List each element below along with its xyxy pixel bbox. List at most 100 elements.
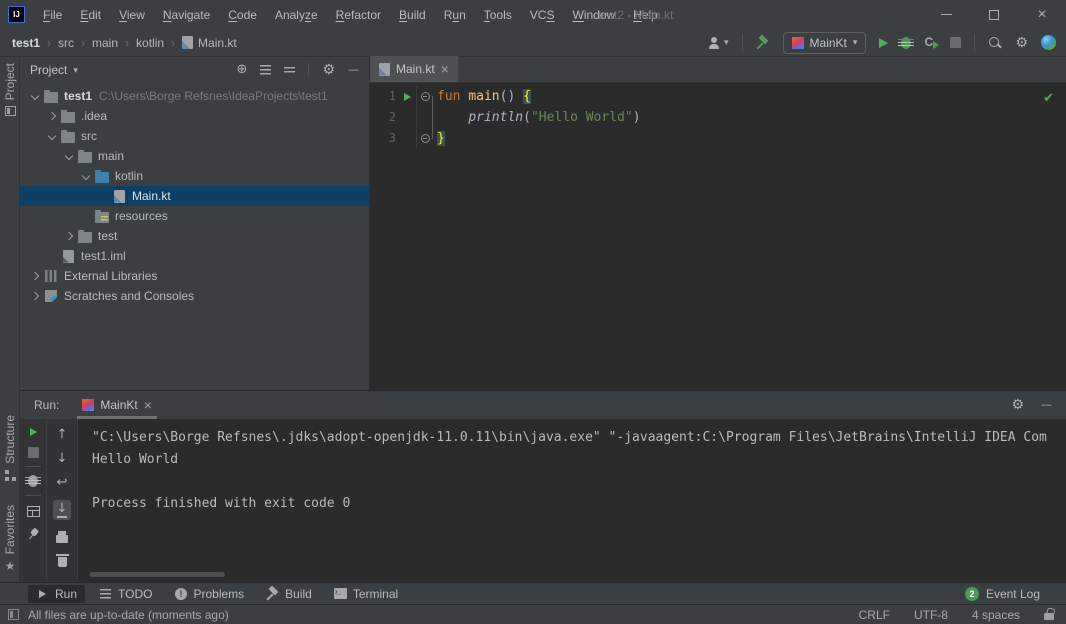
code-line-3[interactable]: 3} bbox=[370, 128, 1066, 149]
restore-layout-icon[interactable] bbox=[27, 506, 40, 517]
chevron-right-icon[interactable] bbox=[62, 229, 77, 244]
tool-button-project[interactable]: Project bbox=[0, 63, 20, 116]
run-tab-mainkt[interactable]: MainKt × bbox=[75, 391, 159, 419]
run-with-coverage-icon[interactable] bbox=[924, 36, 937, 49]
lock-icon[interactable] bbox=[1044, 613, 1054, 620]
code-line-1[interactable]: 1fun main() { bbox=[370, 86, 1066, 107]
menu-refactor[interactable]: Refactor bbox=[327, 8, 390, 22]
scroll-to-end-icon[interactable]: ↓ bbox=[53, 500, 72, 520]
menu-file[interactable]: File bbox=[34, 8, 71, 22]
menu-tools[interactable]: Tools bbox=[475, 8, 521, 22]
tree-item-kotlin[interactable]: kotlin bbox=[20, 166, 369, 186]
tree-item-main[interactable]: main bbox=[20, 146, 369, 166]
tree-item-test1-iml[interactable]: test1.iml bbox=[20, 246, 369, 266]
fold-marker[interactable] bbox=[416, 86, 433, 107]
tree-item-idea[interactable]: .idea bbox=[20, 106, 369, 126]
chevron-down-icon[interactable] bbox=[45, 129, 60, 144]
tree-item-src[interactable]: src bbox=[20, 126, 369, 146]
indent-widget[interactable]: 4 spaces bbox=[972, 608, 1020, 622]
run-line-icon[interactable] bbox=[398, 86, 416, 107]
chevron-down-icon[interactable] bbox=[28, 89, 43, 104]
breadcrumb-item-test1[interactable]: test1 bbox=[12, 36, 40, 50]
encoding-widget[interactable]: UTF-8 bbox=[914, 608, 948, 622]
tool-window-switcher-icon[interactable] bbox=[8, 609, 19, 620]
build-hammer-icon[interactable] bbox=[756, 36, 770, 50]
locate-file-icon[interactable]: ⊕ bbox=[237, 63, 248, 77]
toolwindow-button-terminal[interactable]: Terminal bbox=[326, 585, 406, 603]
menu-analyze[interactable]: Analyze bbox=[266, 8, 327, 22]
collapse-all-icon[interactable] bbox=[284, 67, 295, 74]
breadcrumb-label: main bbox=[92, 36, 118, 50]
menu-build[interactable]: Build bbox=[390, 8, 435, 22]
chevron-right-icon[interactable] bbox=[28, 289, 43, 304]
stop-icon[interactable] bbox=[950, 37, 961, 48]
close-button[interactable]: × bbox=[1018, 0, 1066, 29]
breadcrumb-item-src[interactable]: src bbox=[58, 36, 74, 50]
vcs-user-button[interactable]: ▾ bbox=[708, 37, 729, 49]
toolwindow-button-todo[interactable]: TODO bbox=[91, 585, 160, 603]
tree-item-test[interactable]: test bbox=[20, 226, 369, 246]
tree-item-external-libraries[interactable]: External Libraries bbox=[20, 266, 369, 286]
title-bar: IJ FileEditViewNavigateCodeAnalyzeRefact… bbox=[0, 0, 1066, 29]
menu-navigate[interactable]: Navigate bbox=[154, 8, 219, 22]
minimize-button[interactable] bbox=[922, 0, 970, 29]
chevron-down-icon[interactable] bbox=[62, 149, 77, 164]
gear-icon[interactable]: ⚙ bbox=[1011, 398, 1024, 412]
prev-occurrence-icon[interactable]: ↑ bbox=[57, 428, 68, 441]
chevron-down-icon[interactable] bbox=[79, 169, 94, 184]
pin-tab-icon[interactable] bbox=[25, 526, 42, 543]
close-tab-icon[interactable]: × bbox=[144, 400, 152, 410]
menu-vcs[interactable]: VCS bbox=[521, 8, 564, 22]
stop-icon[interactable] bbox=[28, 447, 39, 458]
project-panel-title[interactable]: Project bbox=[30, 63, 67, 77]
attach-debugger-icon[interactable] bbox=[28, 475, 38, 487]
chevron-down-icon[interactable]: ▾ bbox=[73, 65, 78, 76]
breadcrumb-item-main[interactable]: main bbox=[92, 36, 118, 50]
tree-item-test1[interactable]: test1C:\Users\Borge Refsnes\IdeaProjects… bbox=[20, 86, 369, 106]
menu-edit[interactable]: Edit bbox=[71, 8, 110, 22]
maximize-button[interactable] bbox=[970, 0, 1018, 29]
search-icon[interactable] bbox=[988, 36, 1002, 50]
tool-button-structure[interactable]: Structure bbox=[0, 415, 20, 481]
gear-icon[interactable]: ⚙ bbox=[322, 63, 335, 77]
menu-run[interactable]: Run bbox=[435, 8, 475, 22]
hide-panel-icon[interactable]: — bbox=[1041, 398, 1052, 412]
run-icon[interactable] bbox=[879, 38, 888, 48]
tree-item-resources[interactable]: resources bbox=[20, 206, 369, 226]
close-tab-icon[interactable]: × bbox=[441, 64, 449, 74]
editor-tab-main-kt[interactable]: Main.kt × bbox=[370, 56, 458, 82]
soft-wrap-icon[interactable]: ↩ bbox=[57, 476, 68, 489]
expand-all-icon[interactable] bbox=[260, 65, 271, 75]
menu-view[interactable]: View bbox=[110, 8, 154, 22]
kotlin-file-icon bbox=[379, 63, 390, 76]
editor-body[interactable]: 1fun main() {2 println("Hello World")3} … bbox=[370, 83, 1066, 390]
settings-gear-icon[interactable]: ⚙ bbox=[1015, 36, 1028, 50]
run-configuration-select[interactable]: MainKt ▾ bbox=[783, 32, 867, 54]
clear-all-icon[interactable] bbox=[58, 557, 67, 567]
line-separator-widget[interactable]: CRLF bbox=[859, 608, 890, 622]
code-line-2[interactable]: 2 println("Hello World") bbox=[370, 107, 1066, 128]
tree-item-main-kt[interactable]: Main.kt bbox=[20, 186, 369, 206]
tool-button-favorites[interactable]: Favorites ★ bbox=[0, 505, 20, 572]
breadcrumb-item-kotlin[interactable]: kotlin bbox=[136, 36, 164, 50]
horizontal-scrollbar[interactable] bbox=[90, 572, 225, 577]
ide-sphere-icon[interactable] bbox=[1041, 35, 1056, 50]
toolwindow-button-run[interactable]: Run bbox=[28, 585, 85, 603]
rerun-icon[interactable] bbox=[30, 428, 37, 436]
menu-code[interactable]: Code bbox=[219, 8, 266, 22]
breadcrumb-item-main-kt[interactable]: Main.kt bbox=[182, 36, 237, 50]
chevron-right-icon[interactable] bbox=[28, 269, 43, 284]
breadcrumb-label: Main.kt bbox=[198, 36, 237, 50]
fold-marker[interactable] bbox=[416, 128, 433, 149]
event-log-area[interactable]: 2 Event Log bbox=[965, 587, 1040, 601]
toolwindow-button-build[interactable]: Build bbox=[258, 585, 320, 603]
debug-icon[interactable] bbox=[901, 37, 911, 49]
run-console[interactable]: "C:\Users\Borge Refsnes\.jdks\adopt-open… bbox=[78, 419, 1066, 582]
toolwindow-button-problems[interactable]: !Problems bbox=[166, 585, 252, 603]
next-occurrence-icon[interactable]: ↓ bbox=[57, 452, 68, 465]
inspection-success-icon[interactable]: ✔ bbox=[1043, 91, 1054, 106]
chevron-right-icon[interactable] bbox=[45, 109, 60, 124]
print-icon[interactable] bbox=[56, 535, 68, 543]
hide-panel-icon[interactable]: — bbox=[348, 63, 359, 77]
tree-item-scratches-and-consoles[interactable]: Scratches and Consoles bbox=[20, 286, 369, 306]
